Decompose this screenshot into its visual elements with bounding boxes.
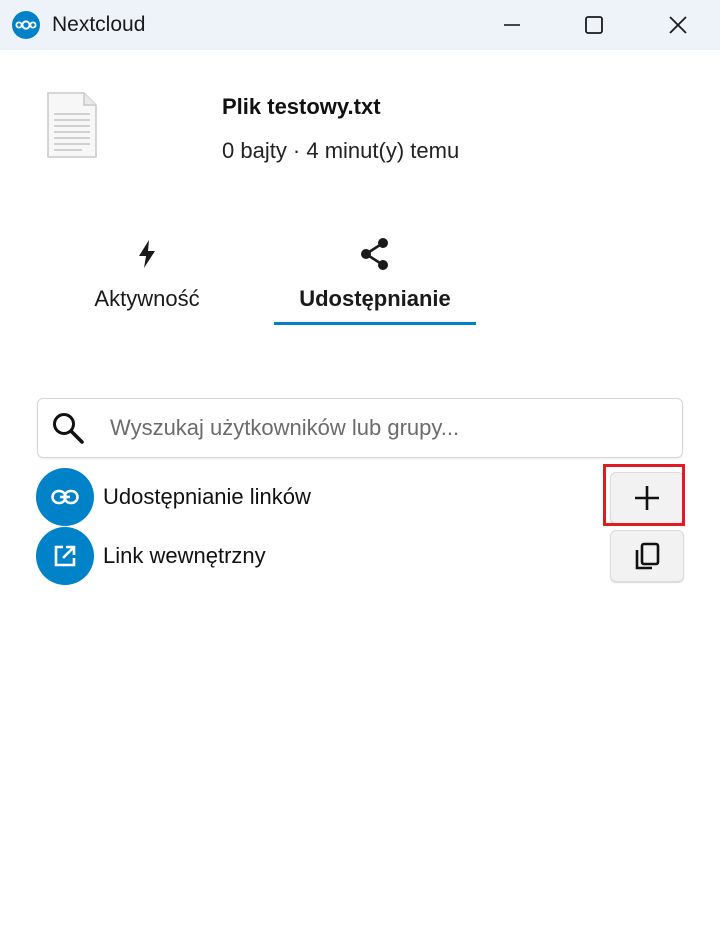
close-button[interactable] <box>636 0 720 50</box>
search-icon <box>38 399 98 457</box>
add-icon <box>635 486 659 510</box>
copy-icon <box>635 542 660 570</box>
internal-link-label: Link wewnętrzny <box>103 543 266 568</box>
active-tab-indicator <box>274 322 476 325</box>
tab-label: Udostępnianie <box>299 286 451 311</box>
internal-link-row: Link wewnętrzny <box>36 527 684 585</box>
minimize-button[interactable] <box>470 0 554 50</box>
nextcloud-logo-icon <box>12 11 40 39</box>
tab-activity[interactable]: Aktywność <box>72 232 222 328</box>
maximize-button[interactable] <box>552 0 636 50</box>
title-bar: Nextcloud <box>0 0 720 50</box>
add-share-link-button[interactable] <box>610 472 684 524</box>
maximize-icon <box>585 16 603 34</box>
share-link-row: Udostępnianie linków <box>36 468 684 526</box>
share-icon <box>359 232 391 276</box>
search-input[interactable] <box>108 414 672 442</box>
external-link-icon <box>36 527 94 585</box>
file-name: Plik testowy.txt <box>222 94 381 119</box>
search-box[interactable] <box>37 398 683 458</box>
minimize-icon <box>504 24 520 26</box>
file-meta: 0 bajty · 4 minut(y) temu <box>222 138 460 163</box>
window-title: Nextcloud <box>52 13 146 36</box>
close-icon <box>669 16 687 34</box>
share-link-label: Udostępnianie linków <box>103 484 311 509</box>
lightning-icon <box>136 232 158 276</box>
tab-label: Aktywność <box>94 286 200 311</box>
link-icon <box>36 468 94 526</box>
copy-internal-link-button[interactable] <box>610 530 684 582</box>
text-file-icon <box>46 92 98 158</box>
tab-sharing[interactable]: Udostępnianie <box>274 232 476 328</box>
